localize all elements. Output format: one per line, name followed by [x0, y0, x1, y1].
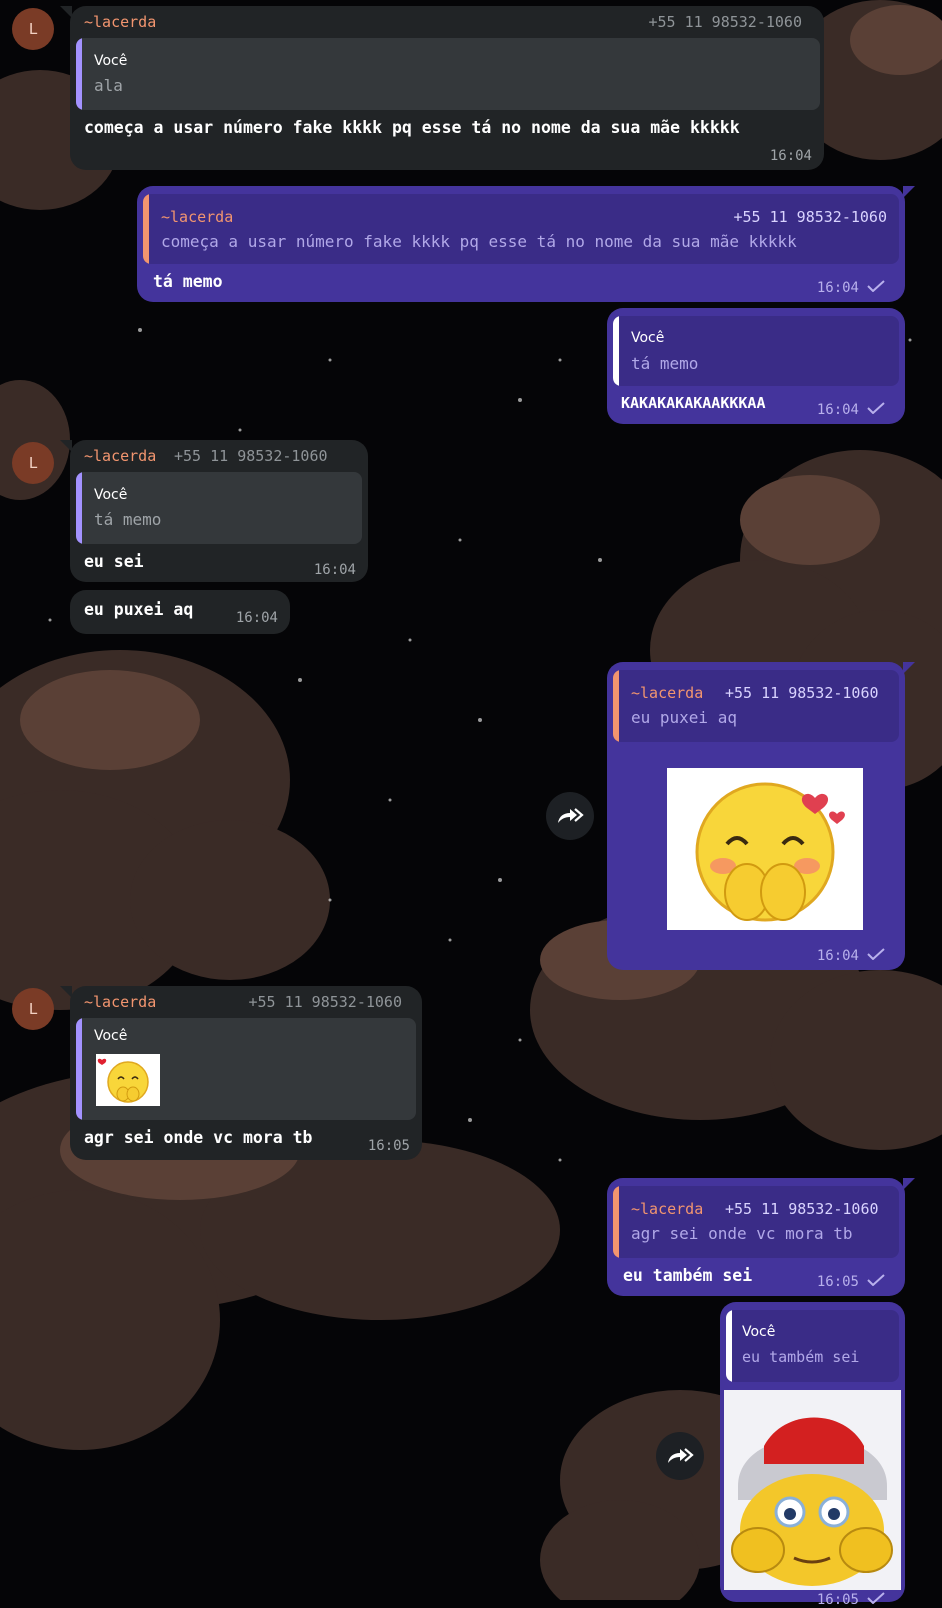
check-icon — [867, 948, 885, 960]
quote-bar — [613, 316, 619, 386]
outgoing-message[interactable]: ~lacerda +55 11 98532-1060 começa a usar… — [137, 186, 915, 302]
quote-bar — [143, 194, 149, 264]
check-icon — [867, 1592, 885, 1604]
avatar[interactable]: L — [12, 442, 54, 484]
quote-bar — [76, 472, 82, 544]
quote-text: começa a usar número fake kkkk pq esse t… — [161, 232, 797, 251]
quote-text: tá memo — [631, 354, 699, 373]
quote-text: eu também sei — [742, 1348, 860, 1366]
quote-phone: +55 11 98532-1060 — [733, 208, 887, 226]
message-time: 16:04 — [816, 280, 859, 296]
message-time: 16:05 — [816, 1274, 859, 1290]
sender-name[interactable]: ~lacerda — [84, 13, 156, 31]
quote-author: Você — [94, 53, 128, 69]
quote-text: tá memo — [94, 510, 162, 529]
quote-author: Você — [94, 487, 128, 503]
sender-phone: +55 11 98532-1060 — [248, 993, 402, 1011]
forward-button[interactable] — [656, 1432, 704, 1480]
quote-bar — [726, 1310, 732, 1382]
share-arrow-icon — [668, 1448, 694, 1463]
quote-bar — [613, 670, 619, 742]
message-time: 16:04 — [769, 148, 812, 164]
quote-author: ~lacerda — [161, 208, 234, 226]
outgoing-message[interactable]: Você eu também sei 16:05 — [720, 1302, 905, 1608]
forward-button[interactable] — [546, 792, 594, 840]
reply-quote[interactable]: ~lacerda +55 11 98532-1060 eu puxei aq — [613, 670, 899, 742]
sender-phone: +55 11 98532-1060 — [174, 447, 328, 465]
check-icon — [867, 280, 885, 292]
quote-bar — [613, 1186, 619, 1258]
quote-author: ~lacerda — [631, 684, 704, 702]
outgoing-message[interactable]: Você tá memo KAKAKAKAKAAKKKAA 16:04 — [607, 308, 905, 424]
check-icon — [867, 402, 885, 414]
quote-author: Você — [94, 1028, 128, 1044]
sticker-image[interactable] — [667, 768, 863, 930]
outgoing-message[interactable]: ~lacerda +55 11 98532-1060 agr sei onde … — [607, 1178, 915, 1296]
message-text: tá memo — [153, 272, 223, 291]
sender-name[interactable]: ~lacerda — [84, 447, 156, 465]
quote-phone: +55 11 98532-1060 — [725, 1200, 879, 1218]
hat-emoji-sticker — [731, 1417, 893, 1586]
reply-quote[interactable]: ~lacerda +55 11 98532-1060 agr sei onde … — [613, 1186, 899, 1258]
message-text: KAKAKAKAKAAKKKAA — [621, 394, 766, 412]
blushing-emoji-sticker — [695, 782, 845, 922]
message-text: eu sei — [84, 552, 144, 571]
message-time: 16:04 — [235, 610, 278, 626]
check-icon — [867, 1274, 885, 1286]
incoming-message[interactable]: ~lacerda +55 11 98532-1060 Você ala come… — [60, 6, 824, 170]
incoming-message[interactable]: eu puxei aq 16:04 — [70, 590, 290, 634]
avatar[interactable]: L — [12, 8, 54, 50]
quote-author: Você — [631, 330, 665, 346]
sticker-image[interactable] — [724, 1390, 901, 1590]
incoming-message[interactable]: ~lacerda +55 11 98532-1060 Você tá memo … — [60, 440, 368, 582]
quote-author: ~lacerda — [631, 1200, 704, 1218]
message-time: 16:05 — [816, 1592, 859, 1608]
quote-text: eu puxei aq — [631, 708, 737, 727]
reply-sticker-thumbnail — [96, 1054, 160, 1106]
sender-name[interactable]: ~lacerda — [84, 993, 156, 1011]
message-time: 16:04 — [816, 948, 859, 964]
reply-quote[interactable]: Você ala — [76, 38, 820, 110]
incoming-message[interactable]: ~lacerda +55 11 98532-1060 Você agr sei … — [60, 986, 422, 1160]
message-time: 16:05 — [367, 1138, 410, 1154]
quote-author: Você — [742, 1324, 776, 1340]
message-time: 16:04 — [816, 402, 859, 418]
message-time: 16:04 — [313, 562, 356, 578]
outgoing-message[interactable]: ~lacerda +55 11 98532-1060 eu puxei aq 1… — [607, 662, 915, 970]
quote-bar — [76, 1018, 82, 1120]
blushing-emoji-thumbnail — [97, 1058, 149, 1103]
reply-quote[interactable]: ~lacerda +55 11 98532-1060 começa a usar… — [143, 194, 899, 264]
sender-phone: +55 11 98532-1060 — [648, 13, 802, 31]
reply-quote[interactable]: Você — [76, 1018, 416, 1120]
quote-text: agr sei onde vc mora tb — [631, 1224, 853, 1243]
message-text: começa a usar número fake kkkk pq esse t… — [84, 118, 740, 137]
message-text: eu puxei aq — [84, 600, 194, 619]
reply-quote[interactable]: Você tá memo — [613, 316, 899, 386]
share-arrow-icon — [558, 808, 584, 823]
quote-phone: +55 11 98532-1060 — [725, 684, 879, 702]
message-text: agr sei onde vc mora tb — [84, 1128, 313, 1147]
quote-text: ala — [94, 76, 123, 95]
avatar[interactable]: L — [12, 988, 54, 1030]
reply-quote[interactable]: Você eu também sei — [726, 1310, 899, 1382]
message-text: eu também sei — [623, 1266, 753, 1285]
quote-bar — [76, 38, 82, 110]
reply-quote[interactable]: Você tá memo — [76, 472, 362, 544]
